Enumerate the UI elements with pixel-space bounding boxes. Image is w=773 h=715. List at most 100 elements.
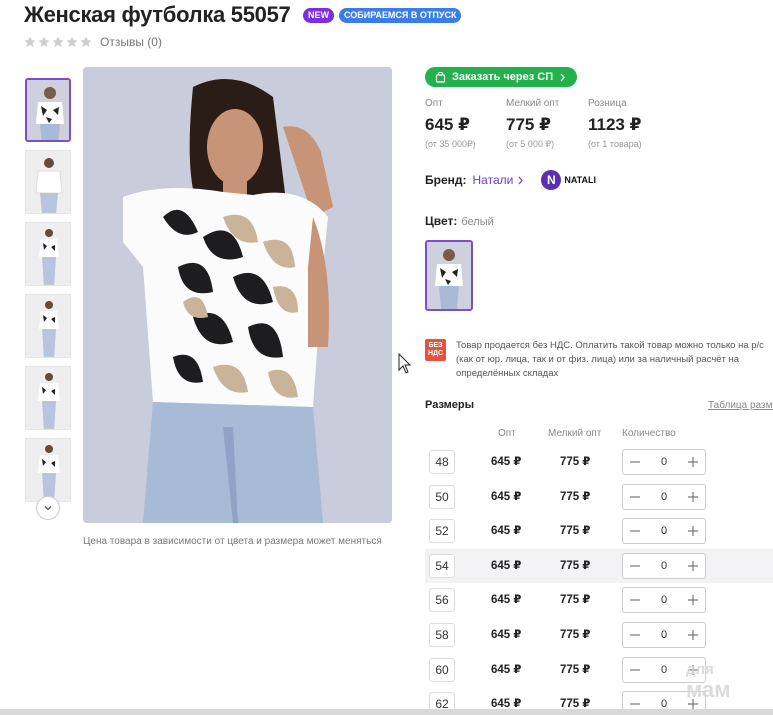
- minus-icon[interactable]: [629, 629, 641, 641]
- sizes-title: Размеры: [425, 399, 475, 411]
- size-value: 58: [429, 623, 455, 647]
- thumbnail-list: [25, 78, 73, 510]
- brand-logo-text: NATALI: [564, 175, 596, 185]
- size-value: 52: [429, 519, 455, 543]
- quantity-value[interactable]: 0: [661, 525, 667, 537]
- star-icon: [52, 36, 64, 47]
- price-condition: (от 5 000 ₽): [506, 139, 555, 149]
- size-row: 58 645 ₽ 775 ₽ 0: [425, 618, 773, 652]
- column-header-small-opt: Мелкий опт: [548, 428, 602, 439]
- opt-price: 645 ₽: [491, 525, 522, 537]
- size-value: 54: [429, 554, 455, 578]
- column-header-quantity: Количество: [622, 428, 676, 439]
- thumbnail[interactable]: [25, 366, 71, 430]
- reviews-link[interactable]: Отзывы (0): [100, 35, 162, 49]
- price-condition: (от 1 товара): [588, 139, 642, 149]
- minus-icon[interactable]: [629, 664, 641, 676]
- quantity-value[interactable]: 0: [661, 594, 667, 606]
- quantity-stepper: 0: [622, 449, 706, 475]
- vat-notice: БЕЗ НДС Товар продается без НДС. Оплатит…: [425, 339, 773, 381]
- size-row: 48 645 ₽ 775 ₽ 0: [425, 445, 773, 479]
- star-icon: [24, 36, 36, 47]
- price-value: 775 ₽: [506, 115, 551, 134]
- opt-price: 645 ₽: [491, 560, 522, 572]
- star-icon: [38, 36, 50, 47]
- no-vat-icon: БЕЗ НДС: [425, 339, 446, 361]
- price-disclaimer: Цена товара в зависимости от цвета и раз…: [83, 536, 382, 547]
- plus-icon[interactable]: [687, 525, 699, 537]
- order-via-sp-button[interactable]: Заказать через СП: [425, 67, 578, 87]
- small-opt-price: 775 ₽: [560, 491, 591, 503]
- quantity-value[interactable]: 0: [661, 456, 667, 468]
- price-label: Розница: [588, 98, 627, 109]
- plus-icon[interactable]: [687, 594, 699, 606]
- rating: Отзывы (0): [24, 35, 162, 49]
- price-condition: (от 35 000₽): [425, 139, 476, 149]
- small-opt-price: 775 ₽: [560, 525, 591, 537]
- main-product-photo[interactable]: [83, 67, 392, 523]
- brand-link[interactable]: Натали: [473, 173, 514, 187]
- size-row: 54 645 ₽ 775 ₽ 0: [425, 549, 773, 583]
- small-opt-price: 775 ₽: [560, 560, 591, 572]
- quantity-value[interactable]: 0: [661, 629, 667, 641]
- size-chart-link[interactable]: Таблица размеров: [708, 400, 773, 411]
- color-row: Цвет: белый: [425, 214, 494, 228]
- opt-price: 645 ₽: [491, 629, 522, 641]
- plus-icon[interactable]: [687, 456, 699, 468]
- product-title: Женская футболка 55057: [24, 2, 291, 27]
- price-label: Опт: [425, 98, 443, 109]
- thumbnail[interactable]: [25, 438, 71, 502]
- brand-row: Бренд: Натали N NATALI: [425, 170, 596, 190]
- size-value: 48: [429, 450, 455, 474]
- thumbnail[interactable]: [25, 150, 71, 214]
- thumbnail[interactable]: [25, 222, 71, 286]
- thumbnail[interactable]: [25, 78, 71, 142]
- plus-icon[interactable]: [687, 491, 699, 503]
- quantity-stepper: 0: [622, 622, 706, 648]
- vat-notice-text: Товар продается без НДС. Оплатить такой …: [456, 340, 764, 379]
- plus-icon[interactable]: [687, 629, 699, 641]
- minus-icon[interactable]: [629, 560, 641, 572]
- order-via-sp-label: Заказать через СП: [452, 71, 554, 83]
- minus-icon[interactable]: [629, 456, 641, 468]
- quantity-value[interactable]: 0: [661, 491, 667, 503]
- color-value: белый: [461, 216, 494, 228]
- minus-icon[interactable]: [629, 594, 641, 606]
- watermark: для мам: [686, 660, 731, 702]
- price-wholesale: Опт 645 ₽ (от 35 000₽): [425, 98, 476, 150]
- star-icon: [80, 36, 92, 47]
- quantity-value[interactable]: 0: [661, 664, 667, 676]
- color-label: Цвет:: [425, 214, 458, 228]
- brand-logo[interactable]: N NATALI: [541, 170, 596, 190]
- minus-icon[interactable]: [629, 525, 641, 537]
- opt-price: 645 ₽: [491, 594, 522, 606]
- star-icon: [66, 36, 78, 47]
- chevron-right-icon: [518, 176, 524, 184]
- price-label: Мелкий опт: [506, 98, 560, 109]
- minus-icon[interactable]: [629, 491, 641, 503]
- plus-icon[interactable]: [687, 560, 699, 572]
- price-small-wholesale: Мелкий опт 775 ₽ (от 5 000 ₽): [506, 98, 559, 150]
- thumbnail[interactable]: [25, 294, 71, 358]
- price-value: 1123 ₽: [588, 115, 642, 134]
- quantity-value[interactable]: 0: [661, 560, 667, 572]
- opt-price: 645 ₽: [491, 456, 522, 468]
- size-row: 50 645 ₽ 775 ₽ 0: [425, 480, 773, 514]
- watermark-line2: мам: [686, 677, 731, 702]
- chevron-right-icon: [560, 73, 565, 81]
- size-value: 50: [429, 485, 455, 509]
- quantity-stepper: 0: [622, 587, 706, 613]
- thumbnails-scroll-down-button[interactable]: [36, 496, 60, 520]
- size-value: 60: [429, 658, 455, 682]
- quantity-stepper: 0: [622, 484, 706, 510]
- mouse-cursor-icon: [398, 353, 412, 374]
- bottom-divider: [0, 709, 773, 715]
- size-value: 56: [429, 588, 455, 612]
- quantity-stepper: 0: [622, 518, 706, 544]
- size-row: 52 645 ₽ 775 ₽ 0: [425, 514, 773, 548]
- vacation-badge[interactable]: СОБИРАЕМСЯ В ОТПУСК: [339, 8, 462, 23]
- color-swatch-white[interactable]: [425, 240, 473, 311]
- chevron-down-icon: [44, 506, 52, 511]
- column-header-opt: Опт: [498, 428, 516, 439]
- small-opt-price: 775 ₽: [560, 594, 591, 606]
